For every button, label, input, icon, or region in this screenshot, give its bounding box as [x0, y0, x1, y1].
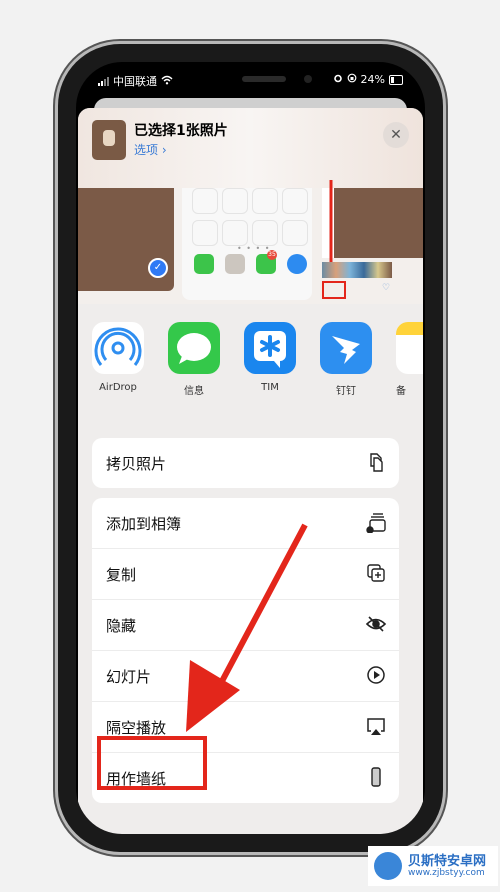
action-add-to-album[interactable]: 添加到相簿 — [92, 498, 399, 549]
photo-preview-homescreen[interactable]: • • • • 35 — [182, 188, 312, 300]
share-app-airdrop[interactable]: AirDrop — [88, 322, 148, 393]
battery-icon — [389, 74, 403, 85]
share-app-messages[interactable]: 信息 — [164, 322, 224, 397]
photo-preview-third[interactable] — [322, 188, 423, 258]
share-app-tim[interactable]: TIM — [240, 322, 300, 393]
watermark-url: www.zjbstyy.com — [408, 868, 485, 878]
selection-title: 已选择1张照片 — [134, 123, 228, 139]
watermark: 贝斯特安卓网 www.zjbstyy.com — [368, 846, 498, 886]
options-link[interactable]: 选项 › — [134, 141, 167, 158]
dingtalk-icon — [320, 322, 372, 374]
watermark-logo-icon — [374, 852, 402, 880]
phone-screen: 中国联通 24% 已选择1张照片 选项 › ✕ ✓ • • • • 35 ♡ A… — [76, 62, 425, 834]
photo-toolbar: ♡ — [322, 281, 423, 299]
phone-frame: 中国联通 24% 已选择1张照片 选项 › ✕ ✓ • • • • 35 ♡ A… — [58, 44, 443, 852]
page-dots: • • • • — [237, 244, 271, 253]
action-slideshow[interactable]: 幻灯片 — [92, 651, 399, 702]
notes-icon — [396, 322, 423, 374]
phone-app-icon — [194, 254, 214, 274]
status-bar: 中国联通 24% — [76, 70, 425, 92]
heart-icon: ♡ — [382, 283, 391, 293]
close-button[interactable]: ✕ — [383, 122, 409, 148]
share-app-label: 备 — [396, 386, 406, 397]
share-app-notes[interactable]: 备 — [392, 322, 423, 397]
hide-eye-icon — [365, 613, 387, 635]
photo-preview-carousel[interactable]: ✓ • • • • 35 ♡ — [78, 188, 423, 304]
action-group-copy: 拷贝照片 — [92, 438, 399, 488]
contacts-app-icon — [225, 254, 245, 274]
share-icon-highlighted — [322, 281, 346, 299]
share-app-label: 信息 — [184, 386, 204, 397]
airplay-icon — [365, 715, 387, 737]
action-label: 隐藏 — [106, 617, 137, 635]
action-duplicate[interactable]: 复制 — [92, 549, 399, 600]
notification-badge: 35 — [267, 250, 277, 260]
action-label: 添加到相簿 — [106, 515, 182, 533]
add-to-album-icon — [365, 511, 387, 534]
iphone-icon — [365, 766, 387, 788]
alarm-icon — [333, 73, 343, 86]
action-label: 幻灯片 — [106, 668, 152, 686]
photo-divider — [322, 188, 334, 258]
duplicate-icon — [365, 562, 387, 584]
action-label: 拷贝照片 — [106, 455, 167, 473]
selected-check-icon: ✓ — [148, 258, 168, 278]
safari-app-icon — [287, 254, 307, 274]
action-label: 复制 — [106, 566, 137, 584]
app-grid-placeholder — [192, 188, 308, 246]
signal-icon — [98, 76, 109, 86]
photo-preview-selected[interactable]: ✓ — [78, 188, 174, 291]
tim-icon — [244, 322, 296, 374]
annotation-highlight-box — [97, 736, 207, 790]
share-app-label: AirDrop — [99, 382, 137, 393]
dock — [194, 254, 307, 274]
selected-photo-thumbnail — [92, 120, 126, 160]
share-app-label: TIM — [261, 382, 279, 393]
airdrop-icon — [92, 322, 144, 374]
messages-icon — [168, 322, 220, 374]
share-app-label: 钉钉 — [336, 386, 356, 397]
thumbnail-strip — [322, 262, 392, 278]
share-sheet-header: 已选择1张照片 选项 › ✕ — [78, 108, 423, 188]
carrier-label: 中国联通 — [113, 75, 157, 88]
share-apps-row: AirDrop 信息 TIM 钉钉 备 — [78, 322, 423, 422]
action-label: 隔空播放 — [106, 719, 167, 737]
play-circle-icon — [365, 664, 387, 686]
battery-percent: 24% — [360, 73, 385, 86]
share-app-dingtalk[interactable]: 钉钉 — [316, 322, 376, 397]
wifi-icon — [161, 75, 173, 88]
action-copy-photo[interactable]: 拷贝照片 — [92, 438, 399, 488]
copy-photo-icon — [365, 451, 387, 473]
share-sheet: 已选择1张照片 选项 › ✕ ✓ • • • • 35 ♡ AirDrop 信息… — [78, 108, 423, 834]
watermark-name: 贝斯特安卓网 — [408, 854, 487, 869]
orientation-lock-icon — [347, 73, 357, 86]
action-hide[interactable]: 隐藏 — [92, 600, 399, 651]
